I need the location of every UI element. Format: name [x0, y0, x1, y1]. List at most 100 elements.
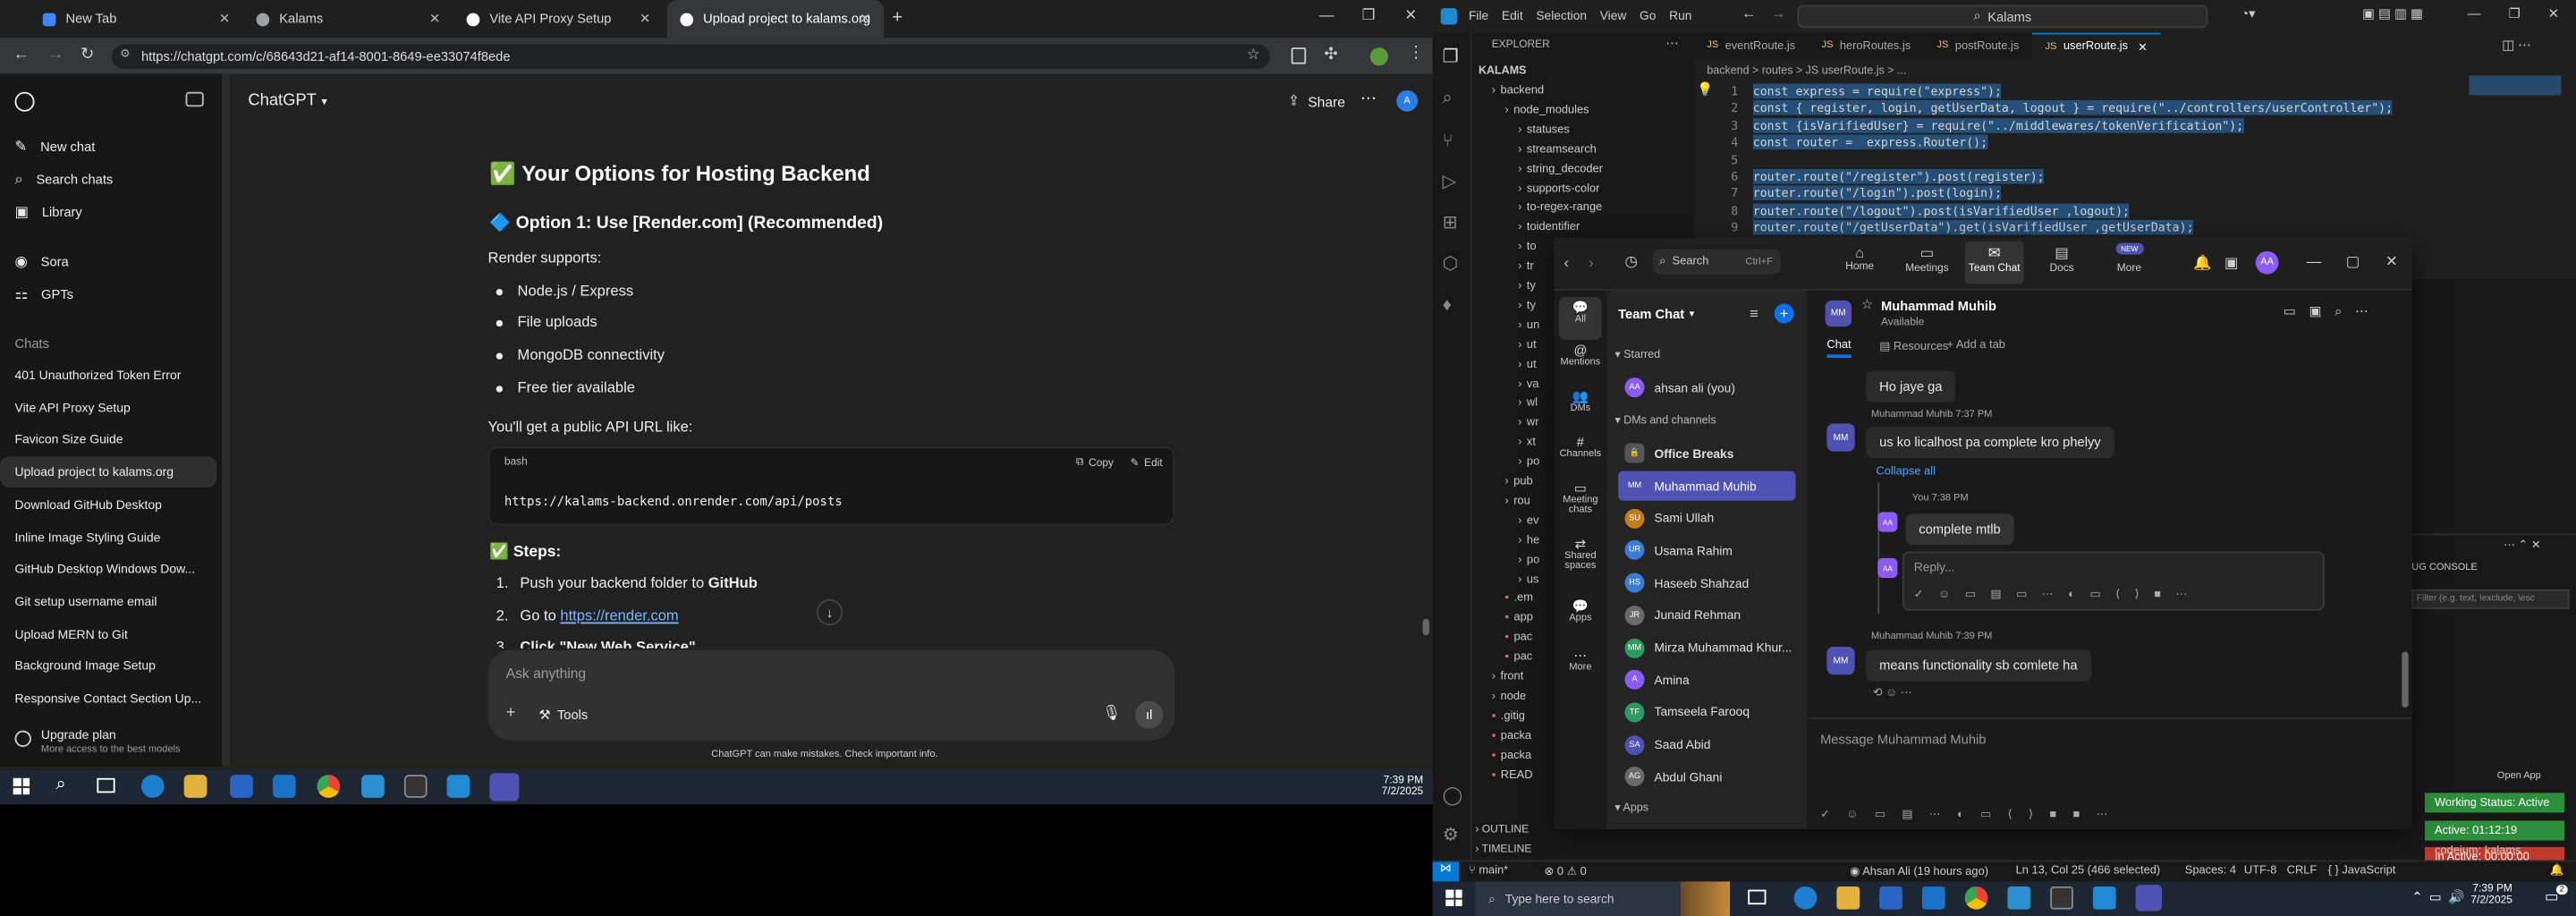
encoding-status[interactable]: UTF-8	[2244, 865, 2276, 877]
code-line[interactable]: router.route("/logout").post(isVarifiedU…	[1752, 203, 2130, 218]
explorer-icon[interactable]: ❐	[1443, 46, 1459, 67]
tree-item[interactable]: › to-regex-range	[1518, 202, 1602, 214]
chat-header-actions[interactable]: ▭▣⌕⋯	[2284, 303, 2381, 319]
file-explorer-icon[interactable]	[1836, 886, 1860, 910]
copy-button[interactable]: ⧉ Copy	[1076, 456, 1114, 470]
rail-all[interactable]: 💬 All	[1559, 297, 1602, 340]
tree-item[interactable]: ▪ packa	[1492, 730, 1531, 742]
message-input[interactable]: Message Muhammad Muhib	[1820, 732, 1986, 747]
reply-toolbar[interactable]: ✓☺▭▤▭⋯◐▭⟨⟩■⋯	[1914, 588, 2202, 601]
branch-status[interactable]: ⑂ main*	[1469, 865, 1508, 877]
rail-mentions[interactable]: @ Mentions	[1555, 344, 1607, 369]
rail-apps[interactable]: 💬 Apps	[1555, 599, 1607, 624]
account-icon[interactable]: ◯	[1443, 785, 1463, 806]
task-view-icon[interactable]	[97, 777, 115, 793]
attach-plus-icon[interactable]: +	[506, 704, 516, 722]
remote-icon[interactable]: ⬡	[1443, 253, 1459, 274]
extensions-icon[interactable]: ⊞	[1443, 212, 1458, 233]
contact-item[interactable]: SU Sami Ullah	[1618, 504, 1795, 533]
extensions-puzzle-icon[interactable]: ✣	[1324, 46, 1337, 64]
tree-item[interactable]: › po	[1518, 555, 1539, 566]
menu-item[interactable]: Run	[1669, 8, 1691, 23]
open-app-link[interactable]: Open App	[2497, 771, 2541, 781]
tree-item[interactable]: › string_decoder	[1518, 164, 1603, 175]
user-avatar[interactable]: A	[1396, 89, 1419, 112]
sora-item[interactable]: ◉ Sora	[15, 253, 69, 271]
tree-item[interactable]: › statuses	[1518, 124, 1570, 136]
chat-history-item[interactable]: Git setup username email	[0, 586, 216, 617]
debug-filter-input[interactable]: Filter (e.g. text, !exclude, \esc	[2411, 589, 2570, 609]
task-view-icon[interactable]	[1748, 889, 1767, 905]
tree-item[interactable]: › va	[1518, 378, 1538, 390]
project-name[interactable]: KALAMS	[1479, 65, 1526, 77]
app-icon[interactable]	[2007, 886, 2031, 910]
more-options-icon[interactable]: ⋯	[1360, 90, 1377, 108]
rail-channels[interactable]: # Channels	[1555, 435, 1607, 460]
chrome-tab[interactable]: Vite API Proxy Setup ✕	[453, 0, 664, 38]
tree-item[interactable]: › un	[1518, 319, 1539, 331]
taskbar-search[interactable]: ⌕ Type here to search	[1475, 881, 1731, 916]
forward-icon[interactable]: →	[47, 46, 64, 64]
chrome-icon[interactable]	[1964, 886, 1988, 910]
extension-icon[interactable]	[1291, 47, 1307, 64]
nav-forward-icon[interactable]: →	[1771, 5, 1786, 21]
windows-start-icon[interactable]	[13, 777, 30, 795]
maximize-icon[interactable]: ▢	[2346, 253, 2360, 271]
sidebar-scrollbar[interactable]	[221, 73, 231, 767]
tree-item[interactable]: › tr	[1518, 261, 1534, 273]
team-search-input[interactable]: ⌕ Search Ctrl+F	[1652, 249, 1781, 275]
mongodb-icon[interactable]: ♦	[1443, 295, 1452, 315]
nav-back-icon[interactable]: ←	[1741, 5, 1757, 21]
upgrade-plan[interactable]: Upgrade plan More access to the best mod…	[0, 720, 222, 767]
menu-item[interactable]: File	[1469, 8, 1488, 23]
panel-controls-icon[interactable]: ⋯ ⌃ ✕	[2504, 539, 2541, 552]
page-scrollbar[interactable]	[1422, 618, 1429, 636]
chat-scrollbar[interactable]	[2402, 651, 2409, 708]
site-info-icon[interactable]: ⚙	[120, 47, 131, 61]
search-icon[interactable]: ⌕	[55, 775, 65, 796]
chrome-tab[interactable]: Kalams ✕	[243, 0, 453, 38]
contact-item[interactable]: AG Abdul Ghani	[1618, 762, 1795, 792]
message-composer[interactable]: Message Muhammad Muhib ✓☺▭▤⋯◐▭⟨⟩■■⋯	[1807, 717, 2412, 829]
contact-item[interactable]: MM Muhammad Muhib	[1618, 471, 1796, 501]
vscode-taskbar-icon[interactable]	[2092, 886, 2116, 910]
chat-history-item[interactable]: Background Image Setup	[0, 650, 216, 682]
close-tab-icon[interactable]: ✕	[860, 12, 870, 27]
system-tray-icons[interactable]: ⌃▭🔊	[2411, 890, 2471, 905]
problems-status[interactable]: ⊗ 0 ⚠ 0	[1544, 865, 1586, 878]
explorer-more-icon[interactable]: ⋯	[1665, 36, 1679, 51]
source-control-icon[interactable]: ⑂	[1443, 131, 1453, 151]
notifications-bell-icon[interactable]: 🔔	[2193, 254, 2212, 272]
new-chat-item[interactable]: ✎ New chat	[15, 138, 96, 156]
remote-status-icon[interactable]: ⋈	[1432, 861, 1459, 882]
tree-item[interactable]: › front	[1492, 672, 1524, 683]
vscode-taskbar-icon[interactable]	[446, 775, 470, 798]
nav-meetings[interactable]: ▭ Meetings	[1897, 244, 1956, 274]
menu-item[interactable]: Go	[1640, 8, 1656, 23]
channel-item[interactable]: 🔒 Office Breaks	[1618, 438, 1795, 468]
zoom-taskbar-icon[interactable]	[2135, 885, 2163, 912]
nav-team-chat[interactable]: ✉ Team Chat	[1964, 241, 2024, 284]
editor-tab[interactable]: JS userRoute.js ✕	[2031, 32, 2161, 60]
profile-avatar[interactable]	[1369, 47, 1389, 66]
codeium-status[interactable]: codeium: kalams	[2435, 845, 2521, 857]
close-sidebar-icon[interactable]	[185, 91, 204, 107]
close-tab-icon[interactable]: ✕	[219, 12, 230, 27]
close-window-icon[interactable]: ✕	[2385, 253, 2398, 271]
new-chat-button[interactable]: +	[1774, 303, 1794, 324]
tree-item[interactable]: ▪ READ	[1492, 769, 1533, 781]
message-actions[interactable]: ⟲ ☺ ⋯	[1873, 686, 1912, 700]
star-icon[interactable]: ☆	[1861, 297, 1873, 312]
bookmark-star-icon[interactable]: ☆	[1247, 46, 1260, 64]
collapse-all-link[interactable]: Collapse all	[1877, 466, 1936, 478]
chat-history-item[interactable]: Favicon Size Guide	[0, 424, 216, 455]
zoom-taskbar-icon[interactable]	[489, 773, 520, 802]
team-chat-title[interactable]: Team Chat ▾	[1618, 307, 1694, 322]
split-editor-icon[interactable]: ◫ ⋯	[2502, 38, 2531, 53]
new-tab-button[interactable]: +	[892, 8, 902, 28]
search-icon[interactable]: ⌕	[1443, 89, 1453, 110]
close-window-icon[interactable]: ✕	[1404, 6, 1417, 24]
chat-history-item[interactable]: 401 Unauthorized Token Error	[0, 360, 216, 391]
close-tab-icon[interactable]: ✕	[640, 12, 650, 27]
notifications-bell-icon[interactable]: 🔔	[2550, 863, 2564, 877]
